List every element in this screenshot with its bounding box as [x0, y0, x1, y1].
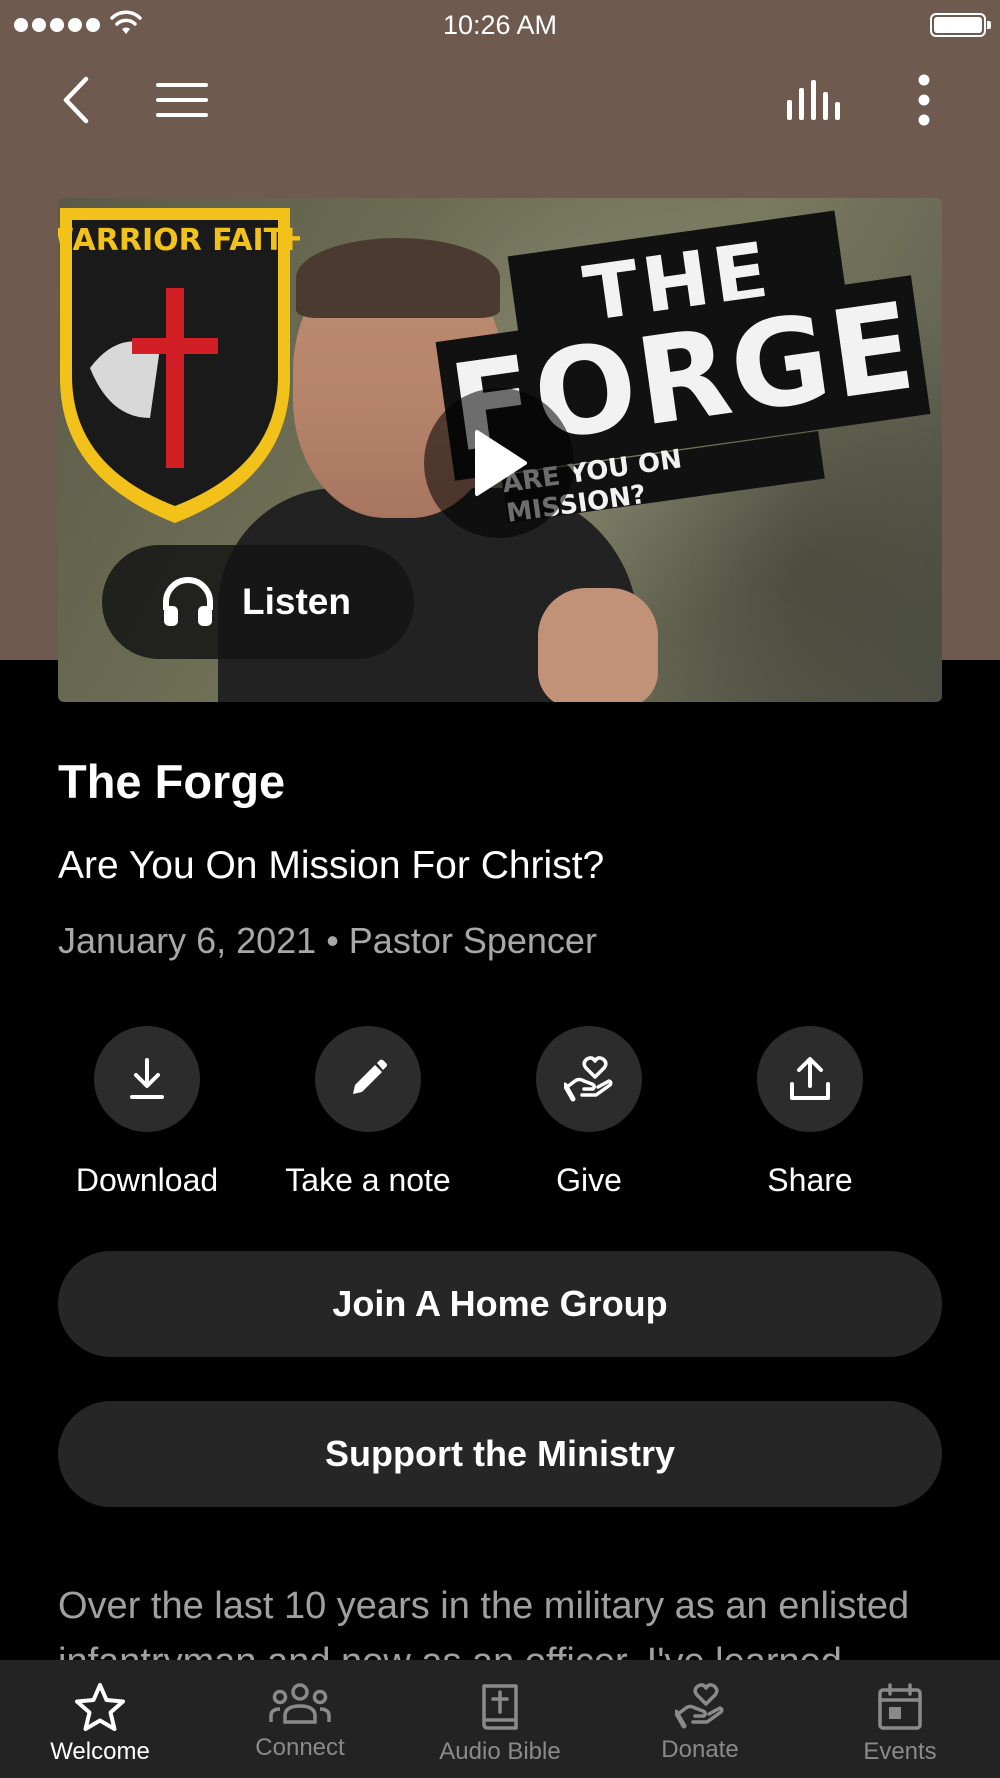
- share-label: Share: [767, 1162, 853, 1198]
- tab-audio-bible-label: Audio Bible: [439, 1738, 561, 1765]
- star-icon: [75, 1683, 125, 1731]
- pencil-icon: [353, 1059, 387, 1094]
- tab-donate-label: Donate: [661, 1736, 739, 1763]
- download-button[interactable]: [94, 1026, 200, 1132]
- tab-events[interactable]: Events: [800, 1660, 1000, 1778]
- give-button[interactable]: [536, 1026, 642, 1132]
- people-icon: [269, 1683, 331, 1724]
- sermon-subtitle: Are You On Mission For Christ?: [58, 844, 605, 887]
- tab-connect[interactable]: Connect: [200, 1660, 400, 1778]
- status-time: 10:26 AM: [442, 10, 558, 40]
- back-button[interactable]: [48, 72, 104, 128]
- battery-icon: [930, 13, 991, 37]
- more-vertical-icon: [918, 74, 930, 126]
- tab-audio-bible[interactable]: Audio Bible: [400, 1660, 600, 1778]
- share-action[interactable]: Share: [720, 1026, 900, 1199]
- tab-welcome-label: Welcome: [50, 1738, 150, 1765]
- sermon-thumbnail[interactable]: WARRIOR FAITH THE FORGE ARE YOU ON MISSI…: [58, 198, 942, 702]
- take-note-button[interactable]: [315, 1026, 421, 1132]
- tab-connect-label: Connect: [255, 1734, 345, 1761]
- download-label: Download: [75, 1162, 219, 1198]
- tab-bar: Welcome Connect Audio Bible Donate Event…: [0, 1660, 1000, 1778]
- take-note-label: Take a note: [285, 1162, 451, 1198]
- take-note-action[interactable]: Take a note: [278, 1026, 458, 1199]
- status-bar: 10:26 AM: [0, 0, 1000, 50]
- join-home-group-button[interactable]: Join A Home Group: [58, 1251, 942, 1357]
- download-action[interactable]: Download: [57, 1026, 237, 1199]
- sermon-meta: January 6, 2021 • Pastor Spencer: [58, 920, 597, 961]
- more-options-button[interactable]: [900, 72, 948, 128]
- tab-welcome[interactable]: Welcome: [0, 1660, 200, 1778]
- download-icon: [130, 1058, 164, 1099]
- chevron-left-icon: [63, 76, 89, 124]
- give-label: Give: [556, 1162, 622, 1198]
- listen-label: Listen: [242, 581, 351, 622]
- action-row: Download Take a note Give Share: [56, 1026, 944, 1206]
- share-button[interactable]: [757, 1026, 863, 1132]
- support-ministry-button[interactable]: Support the Ministry: [58, 1401, 942, 1507]
- sermon-title: The Forge: [58, 755, 286, 808]
- audio-bars-icon: [787, 80, 840, 120]
- now-playing-button[interactable]: [782, 72, 846, 128]
- calendar-icon: [878, 1683, 922, 1730]
- donate-icon: [675, 1683, 724, 1729]
- bible-icon: [482, 1684, 518, 1730]
- play-button[interactable]: [424, 388, 574, 538]
- tab-events-label: Events: [863, 1738, 937, 1765]
- listen-button[interactable]: Listen: [102, 545, 414, 659]
- heart-hand-icon: [564, 1056, 613, 1102]
- hamburger-menu-icon: [156, 83, 208, 117]
- give-action[interactable]: Give: [499, 1026, 679, 1199]
- menu-button[interactable]: [150, 72, 214, 128]
- headphones-icon: [163, 577, 213, 626]
- tab-donate[interactable]: Donate: [600, 1660, 800, 1778]
- share-icon: [790, 1057, 830, 1100]
- play-icon: [475, 430, 527, 496]
